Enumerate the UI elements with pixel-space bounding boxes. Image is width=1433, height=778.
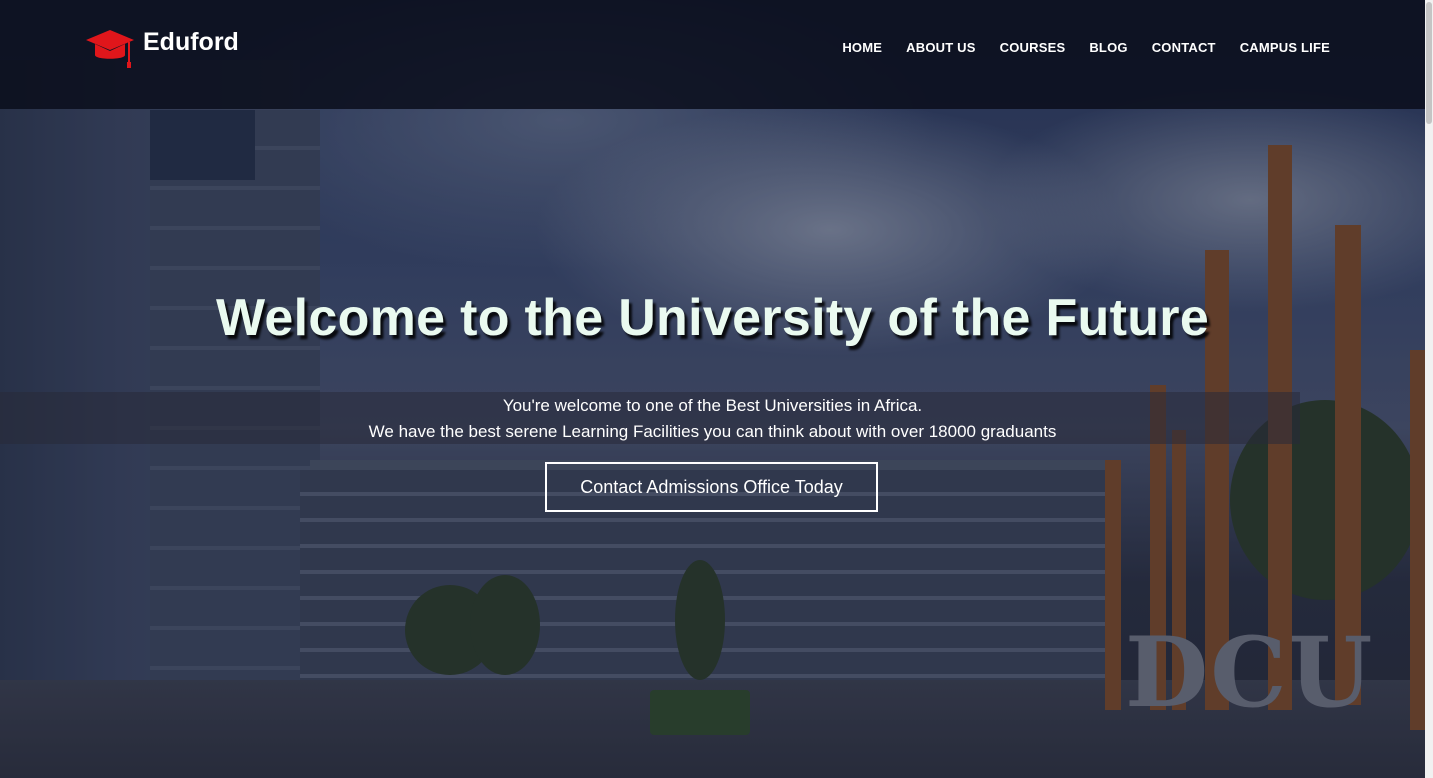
nav-courses[interactable]: COURSES [1000,40,1066,55]
graduation-cap-icon [86,30,134,68]
page-scrollbar[interactable] [1425,0,1433,778]
page: DCU Eduford HOME ABOUT US COURSES BLOG C… [0,0,1425,778]
brand-logo[interactable]: Eduford [85,26,239,70]
hero-tagline-line1: You're welcome to one of the Best Univer… [502,396,923,415]
nav-campus-life[interactable]: CAMPUS LIFE [1240,40,1330,55]
hero-tagline-line2: We have the best serene Learning Facilit… [368,422,1057,441]
contact-admissions-button[interactable]: Contact Admissions Office Today [545,462,878,512]
main-nav: HOME ABOUT US COURSES BLOG CONTACT CAMPU… [818,40,1330,55]
nav-about-us[interactable]: ABOUT US [906,40,976,55]
scrollbar-thumb[interactable] [1426,2,1432,124]
nav-contact[interactable]: CONTACT [1152,40,1216,55]
site-header: Eduford HOME ABOUT US COURSES BLOG CONTA… [0,0,1425,109]
hero-overlay [0,0,1425,778]
brand-name: Eduford [143,27,239,56]
nav-blog[interactable]: BLOG [1089,40,1127,55]
nav-home[interactable]: HOME [842,40,882,55]
hero-title: Welcome to the University of the Future [215,289,1210,347]
